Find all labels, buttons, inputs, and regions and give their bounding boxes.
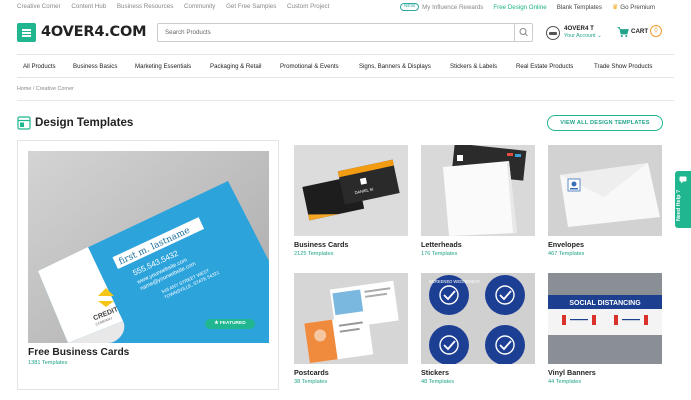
go-premium-label: Go Premium [620, 3, 655, 11]
tile-name[interactable]: Letterheads [421, 240, 462, 249]
letterheads-image [421, 145, 535, 236]
category-trade-show-products[interactable]: Trade Show Products [594, 63, 652, 70]
new-badge: NEW [399, 3, 420, 11]
tile-name[interactable]: Stickers [421, 368, 449, 377]
template-icon [17, 116, 31, 130]
section-title: Design Templates [35, 116, 134, 129]
category-nav: All Products Business Basics Marketing E… [17, 54, 674, 78]
account-name: 4OVER4 T [564, 25, 594, 32]
utility-link[interactable]: Get Free Samples [226, 3, 276, 10]
category-marketing-essentials[interactable]: Marketing Essentials [135, 63, 191, 70]
cart-label: CART [631, 28, 649, 35]
influence-rewards-link[interactable]: NEW My Influence Rewards [399, 3, 484, 11]
utility-right: NEW My Influence Rewards Free Design Onl… [390, 3, 655, 11]
featured-template-card[interactable]: first m. lastname 555.543.5432 www.yourw… [17, 140, 279, 390]
featured-title[interactable]: Free Business Cards [28, 347, 129, 358]
blank-templates-link[interactable]: Blank Templates [557, 4, 602, 11]
your-account-link[interactable]: Your Account ⌄ [564, 33, 602, 39]
tile-art-text: SCREENED WEDNESDAY [429, 279, 480, 284]
influence-label: My Influence Rewards [422, 3, 484, 11]
tile-name[interactable]: Vinyl Banners [548, 368, 596, 377]
go-premium-link[interactable]: ♛ Go Premium [611, 3, 655, 12]
search-button[interactable] [514, 24, 532, 41]
stickers-image: SCREENED WEDNESDAY [421, 273, 535, 364]
tile-count: 2125 Templates [294, 251, 334, 257]
divider [17, 100, 674, 101]
tile-count: 176 Templates [421, 251, 458, 257]
cart-icon [617, 27, 629, 37]
utility-link[interactable]: Business Resources [117, 3, 173, 10]
featured-image: first m. lastname 555.543.5432 www.yourw… [28, 151, 269, 343]
utility-link[interactable]: Custom Project [287, 3, 329, 10]
postcards-image [294, 273, 408, 364]
tile-name[interactable]: Postcards [294, 368, 329, 377]
utility-link[interactable]: Content Hub [71, 3, 106, 10]
tile-name[interactable]: Business Cards [294, 240, 348, 249]
menu-icon[interactable] [17, 23, 36, 42]
tile-count: 467 Templates [548, 251, 585, 257]
utility-links: Creative Corner Content Hub Business Res… [17, 3, 338, 10]
search-icon [519, 28, 528, 37]
category-real-estate-products[interactable]: Real Estate Products [516, 63, 573, 70]
crown-icon: ♛ [611, 4, 619, 11]
tile-count: 38 Templates [294, 379, 328, 385]
need-help-tab[interactable]: Need Help ? [675, 171, 691, 228]
avatar-icon [546, 26, 560, 40]
cart-count-badge: 0 [650, 25, 662, 37]
category-packaging-retail[interactable]: Packaging & Retail [210, 63, 262, 70]
category-all-products[interactable]: All Products [23, 63, 56, 70]
breadcrumb[interactable]: Home / Creative Corner [17, 86, 74, 92]
vinyl-banners-image: SOCIAL DISTANCING [548, 273, 662, 364]
business-card-illustration: first m. lastname 555.543.5432 www.yourw… [28, 151, 269, 343]
header: 4OVER4.COM 4OVER4 T Your Account ⌄ CART … [0, 20, 691, 46]
chat-icon [679, 176, 687, 184]
business-cards-image: DANIEL M. [294, 145, 408, 236]
search-bar [157, 23, 533, 42]
tile-name[interactable]: Envelopes [548, 240, 584, 249]
need-help-label: Need Help ? [676, 189, 682, 221]
featured-template-count: 1381 Templates [28, 360, 68, 366]
search-input[interactable] [158, 24, 515, 41]
category-stickers-labels[interactable]: Stickers & Labels [450, 63, 497, 70]
utility-link[interactable]: Community [184, 3, 215, 10]
category-promotional-events[interactable]: Promotional & Events [280, 63, 339, 70]
tile-art-text: SOCIAL DISTANCING [569, 300, 641, 307]
site-logo[interactable]: 4OVER4.COM [41, 24, 147, 40]
free-design-link[interactable]: Free Design Online [493, 4, 546, 11]
category-business-basics[interactable]: Business Basics [73, 63, 117, 70]
utility-bar: Creative Corner Content Hub Business Res… [0, 0, 691, 13]
featured-badge: ★ FEATURED [205, 319, 255, 329]
tile-count: 48 Templates [421, 379, 455, 385]
utility-link[interactable]: Creative Corner [17, 3, 61, 10]
tile-count: 44 Templates [548, 379, 582, 385]
view-all-templates-button[interactable]: VIEW ALL DESIGN TEMPLATES [547, 115, 663, 131]
envelopes-image [548, 145, 662, 236]
category-signs-banners-displays[interactable]: Signs, Banners & Displays [359, 63, 431, 70]
